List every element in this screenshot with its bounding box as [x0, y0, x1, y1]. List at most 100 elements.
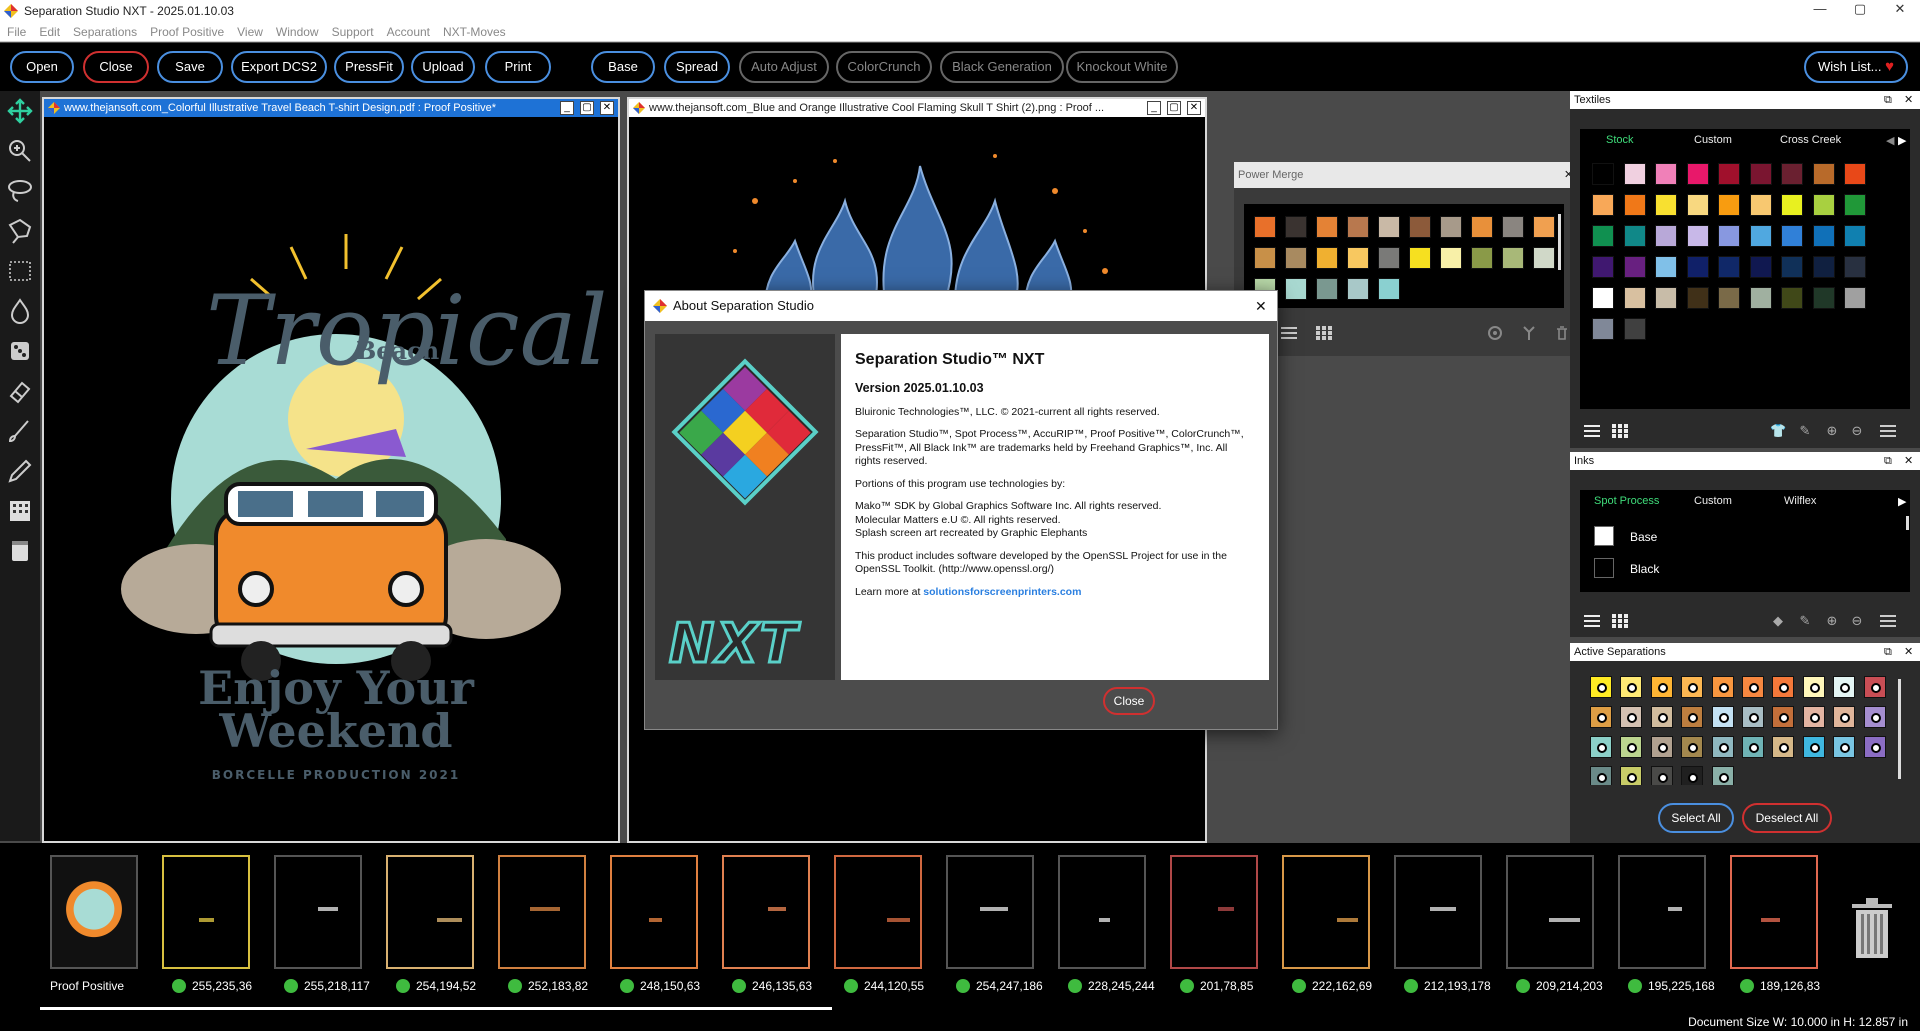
textile-swatch[interactable]: [1655, 225, 1677, 247]
power-merge-swatch[interactable]: [1502, 247, 1524, 269]
textile-swatch[interactable]: [1812, 163, 1835, 185]
ink-tool-icon[interactable]: [6, 537, 34, 565]
power-merge-swatch[interactable]: [1533, 216, 1555, 238]
separation-toggle-dot[interactable]: [1809, 743, 1820, 753]
power-merge-swatch[interactable]: [1533, 247, 1555, 269]
separation-toggle-dot[interactable]: [1688, 743, 1699, 753]
separation-toggle-dot[interactable]: [1627, 713, 1638, 723]
menu-separations[interactable]: Separations: [66, 22, 143, 39]
document-1-minimize[interactable]: _: [560, 101, 574, 115]
visibility-dot-icon[interactable]: [1292, 979, 1306, 993]
about-close-x-icon[interactable]: ✕: [1255, 291, 1267, 321]
textile-swatch[interactable]: [1623, 225, 1646, 247]
separation-toggle-dot[interactable]: [1840, 713, 1851, 723]
textile-swatch[interactable]: [1812, 287, 1835, 309]
power-merge-scrollbar[interactable]: [1558, 214, 1561, 270]
separation-thumbnail[interactable]: [162, 855, 250, 969]
list-view-icon[interactable]: [1584, 424, 1600, 438]
separation-toggle-dot[interactable]: [1688, 683, 1699, 693]
separation-thumbnail[interactable]: [1506, 855, 1594, 969]
visibility-dot-icon[interactable]: [620, 979, 634, 993]
separation-toggle-dot[interactable]: [1718, 773, 1729, 783]
ink-swatch-base[interactable]: [1594, 526, 1614, 546]
upload-button[interactable]: Upload: [411, 51, 475, 83]
power-merge-swatch[interactable]: [1285, 247, 1307, 269]
separation-toggle-dot[interactable]: [1840, 683, 1851, 693]
power-merge-swatch[interactable]: [1409, 247, 1431, 269]
textile-swatch[interactable]: [1655, 194, 1677, 216]
menu-view[interactable]: View: [230, 22, 269, 39]
ink-label-black[interactable]: Black: [1630, 562, 1659, 576]
about-titlebar[interactable]: About Separation Studio ✕: [645, 291, 1277, 321]
textile-swatch[interactable]: [1781, 287, 1803, 309]
power-merge-swatch[interactable]: [1347, 216, 1369, 238]
minimize-button[interactable]: —: [1800, 1, 1840, 16]
zoom-tool-icon[interactable]: [6, 137, 34, 165]
textile-swatch[interactable]: [1592, 163, 1614, 185]
separation-swatch[interactable]: [1620, 766, 1643, 785]
menu-icon[interactable]: [1880, 614, 1896, 628]
lasso-tool-icon[interactable]: [6, 177, 34, 205]
ink-label-base[interactable]: Base: [1630, 530, 1657, 544]
visibility-dot-icon[interactable]: [508, 979, 522, 993]
visibility-dot-icon[interactable]: [844, 979, 858, 993]
separations-close-icon[interactable]: ✕: [1904, 643, 1913, 661]
menu-account[interactable]: Account: [380, 22, 436, 39]
visibility-dot-icon[interactable]: [1068, 979, 1082, 993]
separation-swatch[interactable]: [1772, 706, 1795, 728]
separation-swatch[interactable]: [1650, 676, 1673, 698]
textiles-titlebar[interactable]: Textiles ⧉ ✕: [1570, 91, 1920, 109]
separation-swatch[interactable]: [1681, 706, 1704, 728]
separation-toggle-dot[interactable]: [1779, 683, 1790, 693]
textiles-close-icon[interactable]: ✕: [1904, 91, 1913, 109]
window-close-button[interactable]: ✕: [1880, 1, 1920, 17]
separation-toggle-dot[interactable]: [1779, 713, 1790, 723]
separation-toggle-dot[interactable]: [1657, 773, 1668, 783]
textile-swatch[interactable]: [1655, 256, 1677, 278]
separation-swatch[interactable]: [1620, 706, 1643, 728]
power-merge-swatch[interactable]: [1502, 216, 1524, 238]
textile-swatch[interactable]: [1592, 225, 1614, 247]
separation-toggle-dot[interactable]: [1840, 743, 1851, 753]
textile-swatch[interactable]: [1718, 194, 1740, 216]
separation-toggle-dot[interactable]: [1657, 743, 1668, 753]
black-generation-button[interactable]: Black Generation: [940, 51, 1064, 83]
filmstrip-scrollbar[interactable]: [40, 1007, 832, 1010]
brush-tool-icon[interactable]: [6, 417, 34, 445]
inks-titlebar[interactable]: Inks ⧉ ✕: [1570, 452, 1920, 470]
separation-toggle-dot[interactable]: [1749, 743, 1759, 753]
separation-swatch[interactable]: [1772, 676, 1795, 698]
power-merge-swatch[interactable]: [1347, 278, 1369, 300]
textile-swatch[interactable]: [1749, 287, 1772, 309]
separation-swatch[interactable]: [1863, 676, 1886, 698]
document-1-maximize[interactable]: ▢: [580, 101, 594, 115]
separation-swatch[interactable]: [1802, 706, 1825, 728]
separation-swatch[interactable]: [1802, 676, 1825, 698]
close-document-button[interactable]: Close: [83, 51, 149, 83]
separations-float-icon[interactable]: ⧉: [1884, 643, 1892, 661]
separation-toggle-dot[interactable]: [1688, 773, 1699, 783]
menu-proof-positive[interactable]: Proof Positive: [143, 22, 230, 39]
tab-cross-creek[interactable]: Cross Creek: [1780, 134, 1841, 146]
separation-thumbnail[interactable]: [1730, 855, 1818, 969]
textile-swatch[interactable]: [1623, 163, 1646, 185]
add-circle-icon[interactable]: ⊕: [1824, 614, 1840, 628]
trash-can-icon[interactable]: [1848, 896, 1896, 960]
power-merge-swatch[interactable]: [1471, 247, 1493, 269]
edit-pencil-icon[interactable]: ✎: [1797, 614, 1813, 628]
separation-toggle-dot[interactable]: [1597, 743, 1607, 753]
add-circle-icon[interactable]: ⊕: [1824, 424, 1840, 438]
separation-thumbnail[interactable]: [610, 855, 698, 969]
learn-more-link[interactable]: solutionsforscreenprinters.com: [923, 586, 1081, 598]
separation-toggle-dot[interactable]: [1627, 683, 1638, 693]
list-view-icon[interactable]: [1281, 326, 1297, 340]
textile-swatch[interactable]: [1592, 287, 1614, 309]
separation-swatch[interactable]: [1711, 706, 1734, 728]
spread-button[interactable]: Spread: [664, 51, 730, 83]
textile-swatch[interactable]: [1623, 256, 1646, 278]
separation-swatch[interactable]: [1711, 676, 1734, 698]
power-merge-swatch[interactable]: [1378, 247, 1400, 269]
power-merge-swatch[interactable]: [1316, 216, 1338, 238]
separation-toggle-dot[interactable]: [1627, 743, 1638, 753]
document-1-close[interactable]: ✕: [600, 101, 614, 115]
